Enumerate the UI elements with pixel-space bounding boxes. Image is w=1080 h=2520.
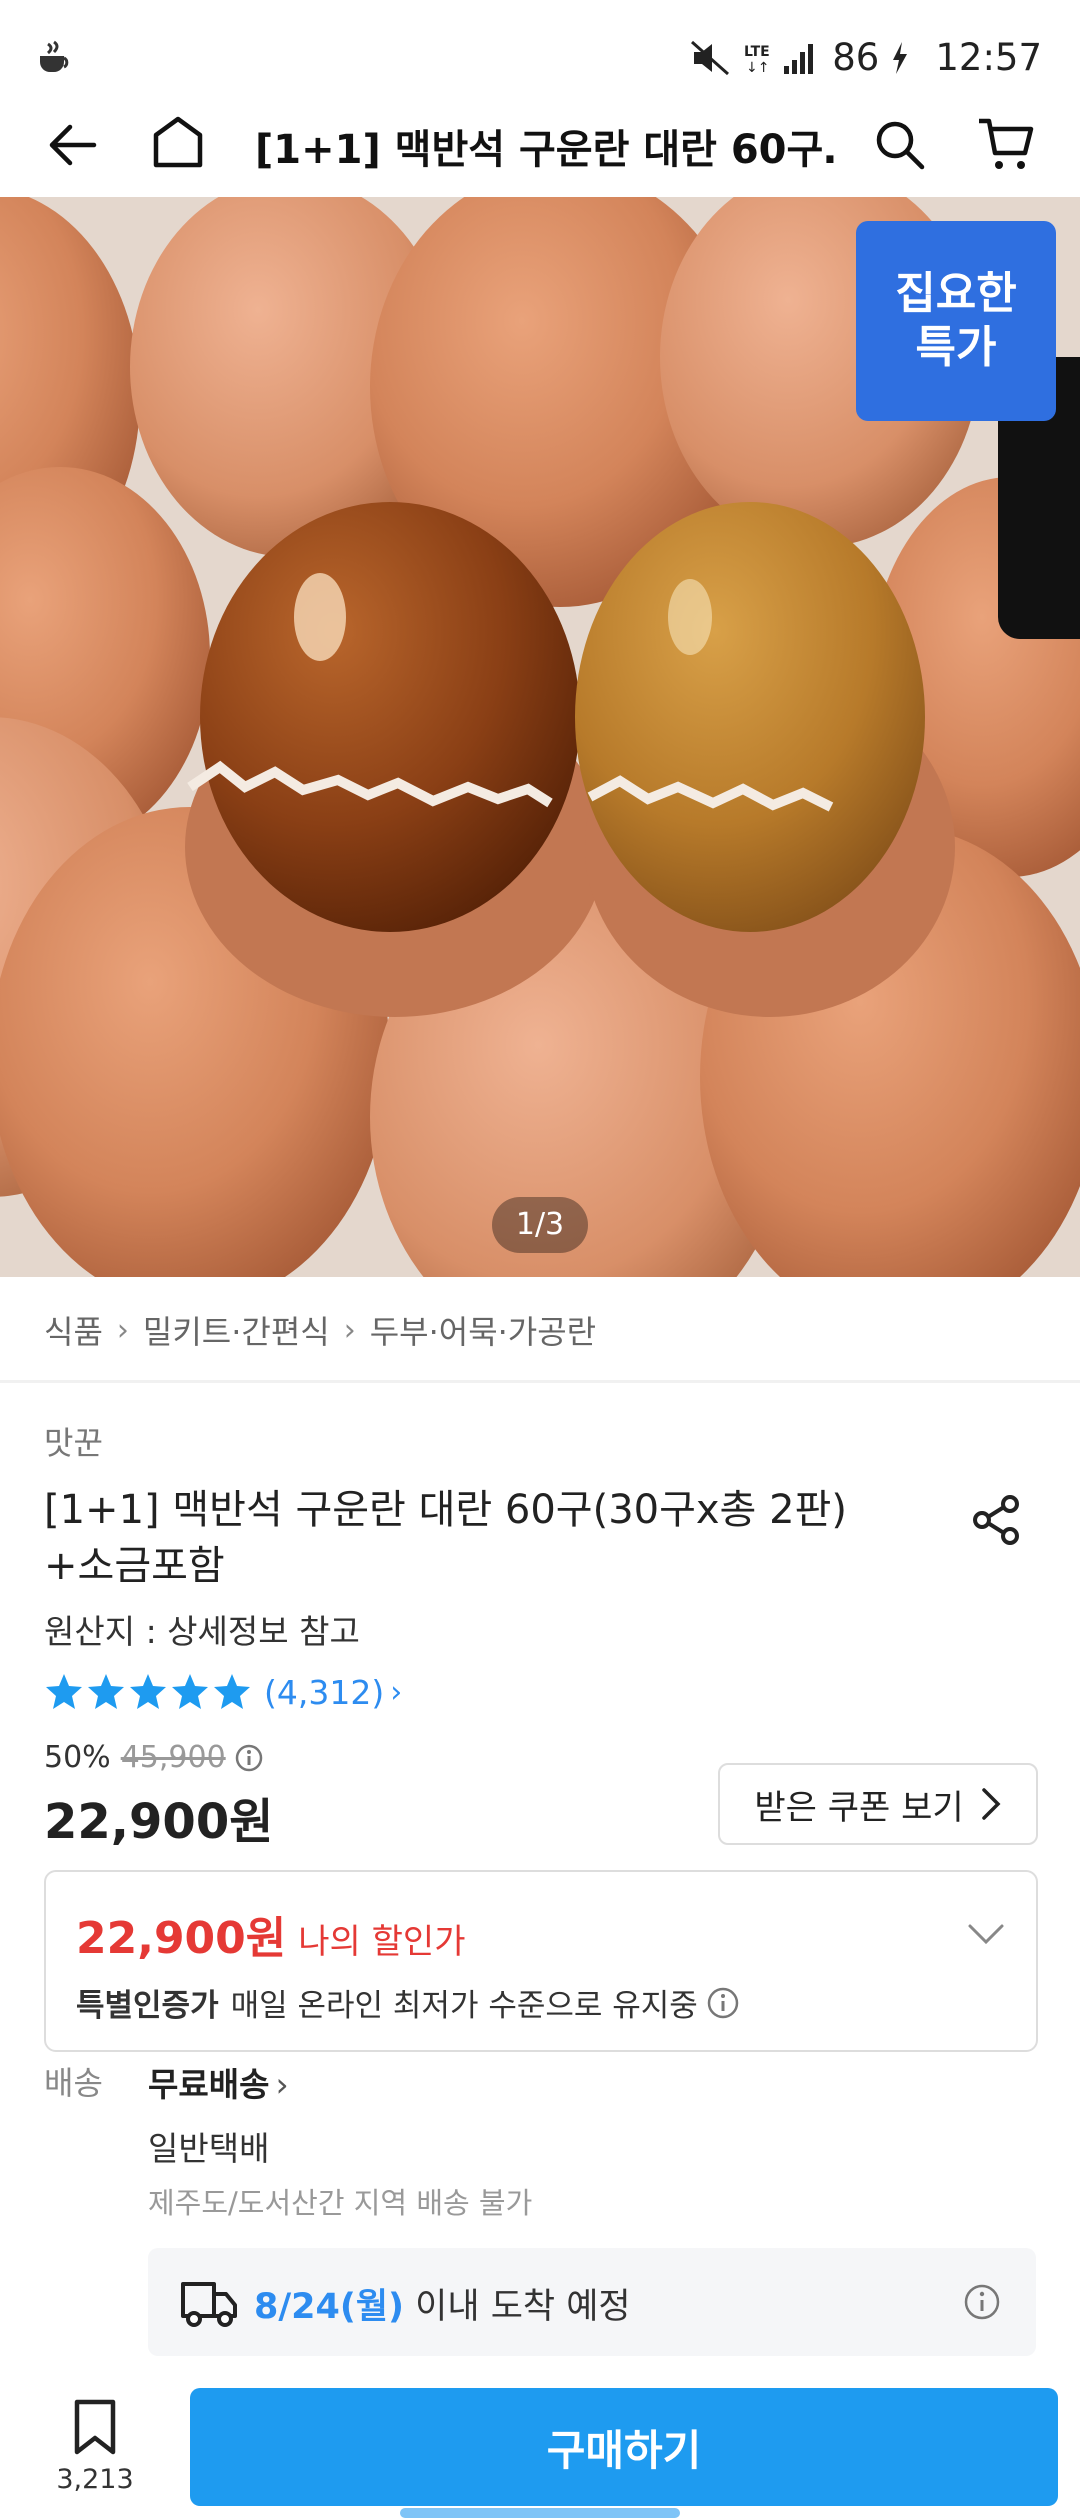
star-icon bbox=[172, 1674, 208, 1709]
certified-price-label: 특별인증가 bbox=[76, 1988, 219, 2024]
product-title-line2: +소금포함 bbox=[44, 1543, 225, 1589]
discount-percent: 50% bbox=[44, 1740, 111, 1775]
my-discount-amount: 22,900원 bbox=[76, 1913, 287, 1964]
badge-line2: 특가 bbox=[915, 322, 997, 373]
discount-row: 50% 45,900 bbox=[44, 1740, 264, 1775]
home-icon[interactable] bbox=[148, 113, 208, 173]
star-icon bbox=[130, 1674, 166, 1709]
chevron-right-icon: › bbox=[275, 2065, 289, 2104]
shipping-type: 일반택배 bbox=[148, 2129, 270, 2168]
app-notification-icon bbox=[40, 40, 69, 72]
lte-signal-icon: LTE ↓↑ bbox=[744, 43, 814, 76]
bookmark-count: 3,213 bbox=[56, 2464, 134, 2495]
app-bar: [1+1] 맥반석 구운란 대란 60구… bbox=[0, 95, 1080, 197]
breadcrumb: 식품 › 밀키트·간편식 › 두부·어묵·가공란 bbox=[44, 1307, 596, 1353]
star-icon bbox=[88, 1674, 124, 1709]
info-icon[interactable] bbox=[234, 1743, 264, 1773]
image-pager: 1/3 bbox=[492, 1197, 588, 1253]
arrival-estimate: 8/24(월) 이내 도착 예정 bbox=[148, 2248, 1036, 2356]
arrival-suffix: 이내 도착 예정 bbox=[404, 2287, 631, 2327]
review-count[interactable]: (4,312) bbox=[264, 1673, 384, 1712]
product-title-line1: [1+1] 맥반석 구운란 대란 60구(30구x총 2판) bbox=[44, 1487, 847, 1533]
chevron-right-icon: › bbox=[343, 1312, 356, 1348]
badge-line1: 집요한 bbox=[895, 268, 1017, 319]
shipping-label: 배송 bbox=[44, 2064, 103, 2102]
special-deal-badge: 집요한 특가 bbox=[856, 221, 1056, 421]
bookmark-icon bbox=[74, 2399, 116, 2455]
cart-icon[interactable] bbox=[975, 113, 1037, 175]
breadcrumb-item-food[interactable]: 식품 bbox=[44, 1307, 103, 1353]
sale-price: 22,900원 bbox=[44, 1794, 274, 1850]
svg-text:↓↑: ↓↑ bbox=[746, 60, 769, 76]
breadcrumb-item-tofu[interactable]: 두부·어묵·가공란 bbox=[370, 1307, 596, 1353]
brand-name[interactable]: 맛꾼 bbox=[44, 1418, 103, 1464]
chevron-down-icon[interactable] bbox=[966, 1914, 1006, 1954]
chevron-right-icon: › bbox=[116, 1312, 129, 1348]
status-bar: LTE ↓↑ 86 12:57 bbox=[0, 0, 1080, 95]
free-shipping-link[interactable]: 무료배송 › bbox=[148, 2058, 289, 2106]
svg-text:LTE: LTE bbox=[744, 44, 770, 60]
free-shipping-text: 무료배송 bbox=[148, 2065, 270, 2104]
battery-level: 86 bbox=[832, 36, 880, 79]
info-icon[interactable] bbox=[962, 2282, 1002, 2322]
origin-info: 원산지 : 상세정보 참고 bbox=[44, 1612, 360, 1651]
my-discount-label: 나의 할인가 bbox=[298, 1922, 466, 1962]
divider bbox=[0, 1380, 1080, 1383]
certified-price-text: 매일 온라인 최저가 수준으로 유지중 bbox=[230, 1988, 698, 2024]
star-icon bbox=[46, 1674, 82, 1709]
back-arrow-icon[interactable] bbox=[44, 115, 104, 175]
truck-icon bbox=[181, 2282, 237, 2327]
view-coupons-button[interactable]: 받은 쿠폰 보기 bbox=[718, 1763, 1038, 1845]
shipping-note: 제주도/도서산간 지역 배송 불가 bbox=[148, 2186, 533, 2220]
clock: 12:57 bbox=[935, 36, 1042, 79]
arrival-date: 8/24(월) bbox=[254, 2287, 405, 2327]
product-image-carousel[interactable]: 집요한 특가 1/3 bbox=[0, 197, 1080, 1277]
breadcrumb-item-mealkit[interactable]: 밀키트·간편식 bbox=[143, 1307, 330, 1353]
original-price: 45,900 bbox=[120, 1740, 226, 1775]
star-icon bbox=[214, 1674, 250, 1709]
buy-button[interactable]: 구매하기 bbox=[190, 2388, 1058, 2506]
chevron-right-icon: › bbox=[390, 1674, 403, 1710]
my-discount-price: 22,900원 나의 할인가 bbox=[76, 1902, 466, 1966]
chevron-right-icon bbox=[981, 1788, 1001, 1820]
charging-icon bbox=[893, 41, 908, 74]
bookmark-button[interactable]: 3,213 bbox=[40, 2398, 150, 2508]
star-rating bbox=[44, 1672, 252, 1712]
page-title: [1+1] 맥반석 구운란 대란 60구… bbox=[255, 127, 835, 173]
product-title: [1+1] 맥반석 구운란 대란 60구(30구x총 2판) +소금포함 bbox=[44, 1482, 904, 1594]
search-icon[interactable] bbox=[870, 115, 930, 175]
home-indicator bbox=[400, 2508, 680, 2518]
share-icon[interactable] bbox=[966, 1490, 1026, 1550]
bottom-action-bar: 3,213 구매하기 bbox=[0, 2378, 1080, 2520]
my-discount-box[interactable]: 22,900원 나의 할인가 특별인증가 매일 온라인 최저가 수준으로 유지중 bbox=[44, 1870, 1038, 2052]
view-coupons-label: 받은 쿠폰 보기 bbox=[754, 1787, 964, 1828]
arrival-text: 8/24(월) 이내 도착 예정 bbox=[254, 2278, 631, 2329]
rating-row[interactable]: (4,312) › bbox=[44, 1672, 402, 1712]
info-icon[interactable] bbox=[706, 1986, 740, 2020]
certified-price-row: 특별인증가 매일 온라인 최저가 수준으로 유지중 bbox=[76, 1980, 740, 2025]
mute-icon bbox=[691, 40, 730, 75]
